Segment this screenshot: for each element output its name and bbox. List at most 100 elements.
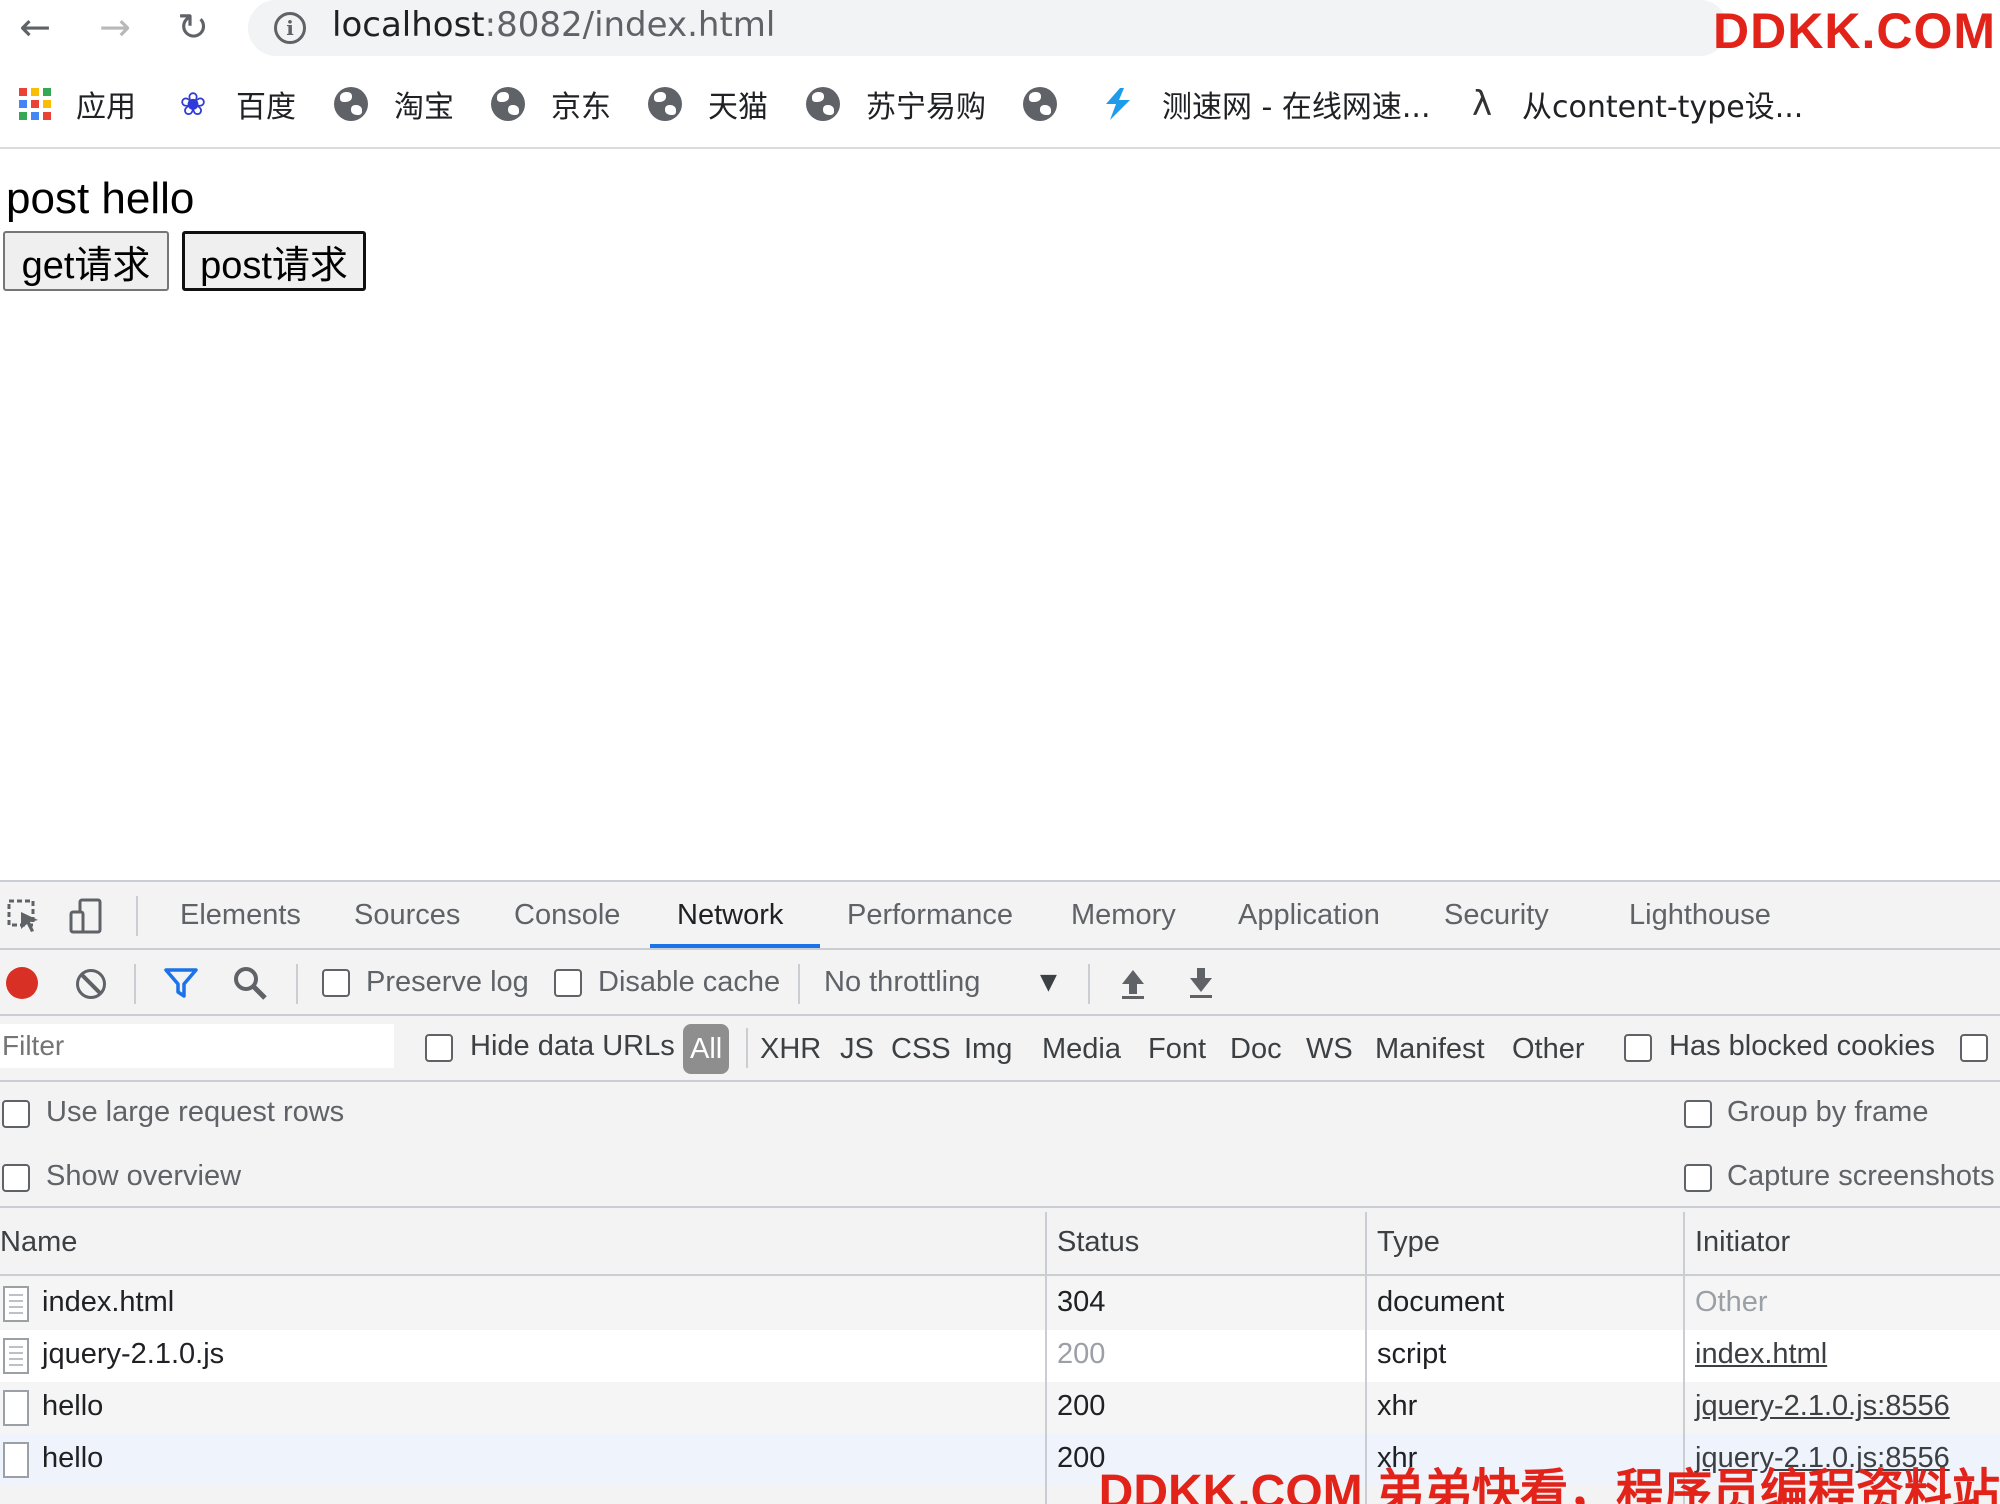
hide-data-urls-label: Hide data URLs xyxy=(470,1030,675,1062)
get-request-button[interactable]: get请求 xyxy=(3,231,169,291)
site-info-icon[interactable]: i xyxy=(274,12,306,44)
column-header-name[interactable]: Name xyxy=(0,1226,77,1259)
type-filter-doc[interactable]: Doc xyxy=(1230,1024,1282,1074)
disable-cache-checkbox[interactable] xyxy=(554,969,582,997)
export-har-icon[interactable] xyxy=(1182,964,1220,1002)
has-blocked-cookies-checkbox[interactable] xyxy=(1624,1034,1652,1062)
large-rows-checkbox[interactable] xyxy=(2,1100,30,1128)
tab-security[interactable]: Security xyxy=(1444,882,1549,948)
group-by-frame-checkbox[interactable] xyxy=(1684,1100,1712,1128)
bookmark-tmall[interactable]: 天猫 xyxy=(648,82,768,126)
bookmark-suning[interactable]: 苏宁易购 xyxy=(806,82,986,126)
preserve-log-label: Preserve log xyxy=(366,966,529,998)
toolbar-separator xyxy=(296,964,298,1004)
inspect-element-icon[interactable] xyxy=(6,898,42,934)
blocked-requests-checkbox[interactable] xyxy=(1960,1034,1988,1062)
column-header-type[interactable]: Type xyxy=(1377,1226,1440,1259)
capture-screenshots-label: Capture screenshots xyxy=(1727,1160,1995,1192)
type-filter-all[interactable]: All xyxy=(683,1024,730,1074)
bookmark-label: 淘宝 xyxy=(394,90,454,125)
bookmark-apps[interactable]: 应用 xyxy=(18,82,136,126)
record-icon[interactable] xyxy=(6,967,38,999)
type-filter-manifest[interactable]: Manifest xyxy=(1375,1024,1485,1074)
address-bar-row: ← → ↻ i localhost:8082/index.html DDKK.C… xyxy=(0,0,2000,62)
filter-input[interactable] xyxy=(0,1024,394,1068)
type-filter-css[interactable]: CSS xyxy=(891,1024,951,1074)
tab-elements[interactable]: Elements xyxy=(180,882,301,948)
type-filter-xhr[interactable]: XHR xyxy=(760,1024,821,1074)
baidu-paw-icon: ❀ xyxy=(179,85,207,123)
document-file-icon xyxy=(3,1286,29,1322)
column-divider[interactable] xyxy=(1045,1212,1047,1504)
type-filter-other[interactable]: Other xyxy=(1512,1024,1585,1074)
toolbar-separator xyxy=(134,964,136,1004)
type-filter-ws[interactable]: WS xyxy=(1306,1024,1353,1074)
request-initiator-link[interactable]: jquery-2.1.0.js:8556 xyxy=(1695,1390,1950,1423)
request-status: 200 xyxy=(1057,1390,1106,1422)
forward-arrow-icon[interactable]: → xyxy=(92,4,138,50)
show-overview-checkbox[interactable] xyxy=(2,1164,30,1192)
bookmark-label: 京东 xyxy=(551,90,611,125)
tab-lighthouse[interactable]: Lighthouse xyxy=(1629,882,1771,948)
globe-icon xyxy=(334,87,368,121)
request-initiator-link[interactable]: index.html xyxy=(1695,1338,1827,1371)
post-request-button[interactable]: post请求 xyxy=(182,231,366,291)
tab-sources[interactable]: Sources xyxy=(354,882,460,948)
column-header-initiator[interactable]: Initiator xyxy=(1695,1226,1790,1259)
tab-network[interactable]: Network xyxy=(677,882,783,948)
bookmarks-bar: 应用 ❀ 百度 淘宝 京东 天猫 苏宁易购 测速网 - 在线网速... λ 从c… xyxy=(0,76,2000,136)
table-row[interactable]: hello 200 xhr jquery-2.1.0.js:8556 xyxy=(0,1382,2000,1434)
capture-screenshots-checkbox[interactable] xyxy=(1684,1164,1712,1192)
xhr-file-icon xyxy=(3,1442,29,1478)
toolbar-separator xyxy=(798,964,800,1004)
device-toolbar-icon[interactable] xyxy=(68,898,104,934)
table-row[interactable]: index.html 304 document Other xyxy=(0,1278,2000,1330)
script-file-icon xyxy=(3,1338,29,1374)
bookmark-label: 天猫 xyxy=(708,90,768,125)
table-row[interactable]: jquery-2.1.0.js 200 script index.html xyxy=(0,1330,2000,1382)
bookmark-jd[interactable]: 京东 xyxy=(491,82,611,126)
url-host: localhost xyxy=(332,5,485,45)
filter-bar: Hide data URLs All XHR JS CSS Img Media … xyxy=(0,1016,2000,1082)
bookmark-content-type[interactable]: λ 从content-type设... xyxy=(1464,82,1803,126)
page-heading: post hello xyxy=(6,174,195,223)
bookmark-label: 测速网 - 在线网速... xyxy=(1162,90,1431,125)
type-filter-img[interactable]: Img xyxy=(964,1024,1012,1074)
clear-icon[interactable] xyxy=(76,969,106,999)
globe-icon xyxy=(648,87,682,121)
url-path: :8082/index.html xyxy=(484,5,776,45)
bookmark-baidu[interactable]: ❀ 百度 xyxy=(176,82,296,126)
bookmark-label: 应用 xyxy=(76,90,136,125)
reload-icon[interactable]: ↻ xyxy=(170,4,216,50)
type-filter-font[interactable]: Font xyxy=(1148,1024,1206,1074)
type-filter-js[interactable]: JS xyxy=(840,1024,874,1074)
bookmark-taobao[interactable]: 淘宝 xyxy=(334,82,454,126)
network-toolbar: Preserve log Disable cache No throttling… xyxy=(0,950,2000,1016)
apps-icon xyxy=(18,87,52,121)
tab-console[interactable]: Console xyxy=(514,882,620,948)
type-filter-media[interactable]: Media xyxy=(1042,1024,1121,1074)
watermark-bottom: DDKK.COM 弟弟快看，程序员编程资料站 xyxy=(1098,1466,2000,1504)
bookmark-label: 从content-type设... xyxy=(1522,90,1804,125)
tab-memory[interactable]: Memory xyxy=(1071,882,1176,948)
throttling-select[interactable]: No throttling xyxy=(824,966,980,999)
chevron-down-icon[interactable]: ▼ xyxy=(1040,970,1057,995)
bookmark-speedtest[interactable]: 测速网 - 在线网速... xyxy=(1098,82,1431,126)
omnibox[interactable]: i localhost:8082/index.html xyxy=(248,0,1728,56)
bookmark-unnamed[interactable] xyxy=(1023,82,1057,126)
toolbar-separator xyxy=(746,1028,748,1068)
filter-funnel-icon[interactable] xyxy=(162,964,200,1002)
hide-data-urls-checkbox[interactable] xyxy=(425,1034,453,1062)
import-har-icon[interactable] xyxy=(1114,964,1152,1002)
search-icon[interactable] xyxy=(231,964,269,1002)
column-header-status[interactable]: Status xyxy=(1057,1226,1139,1259)
devtools-tabbar: Elements Sources Console Network Perform… xyxy=(0,882,2000,950)
large-rows-label: Use large request rows xyxy=(46,1096,345,1128)
back-arrow-icon[interactable]: ← xyxy=(12,4,58,50)
has-blocked-cookies-label: Has blocked cookies xyxy=(1669,1030,1935,1062)
globe-icon xyxy=(1023,87,1057,121)
preserve-log-checkbox[interactable] xyxy=(322,969,350,997)
tab-performance[interactable]: Performance xyxy=(847,882,1013,948)
tab-application[interactable]: Application xyxy=(1238,882,1380,948)
url-text[interactable]: localhost:8082/index.html xyxy=(332,5,775,45)
